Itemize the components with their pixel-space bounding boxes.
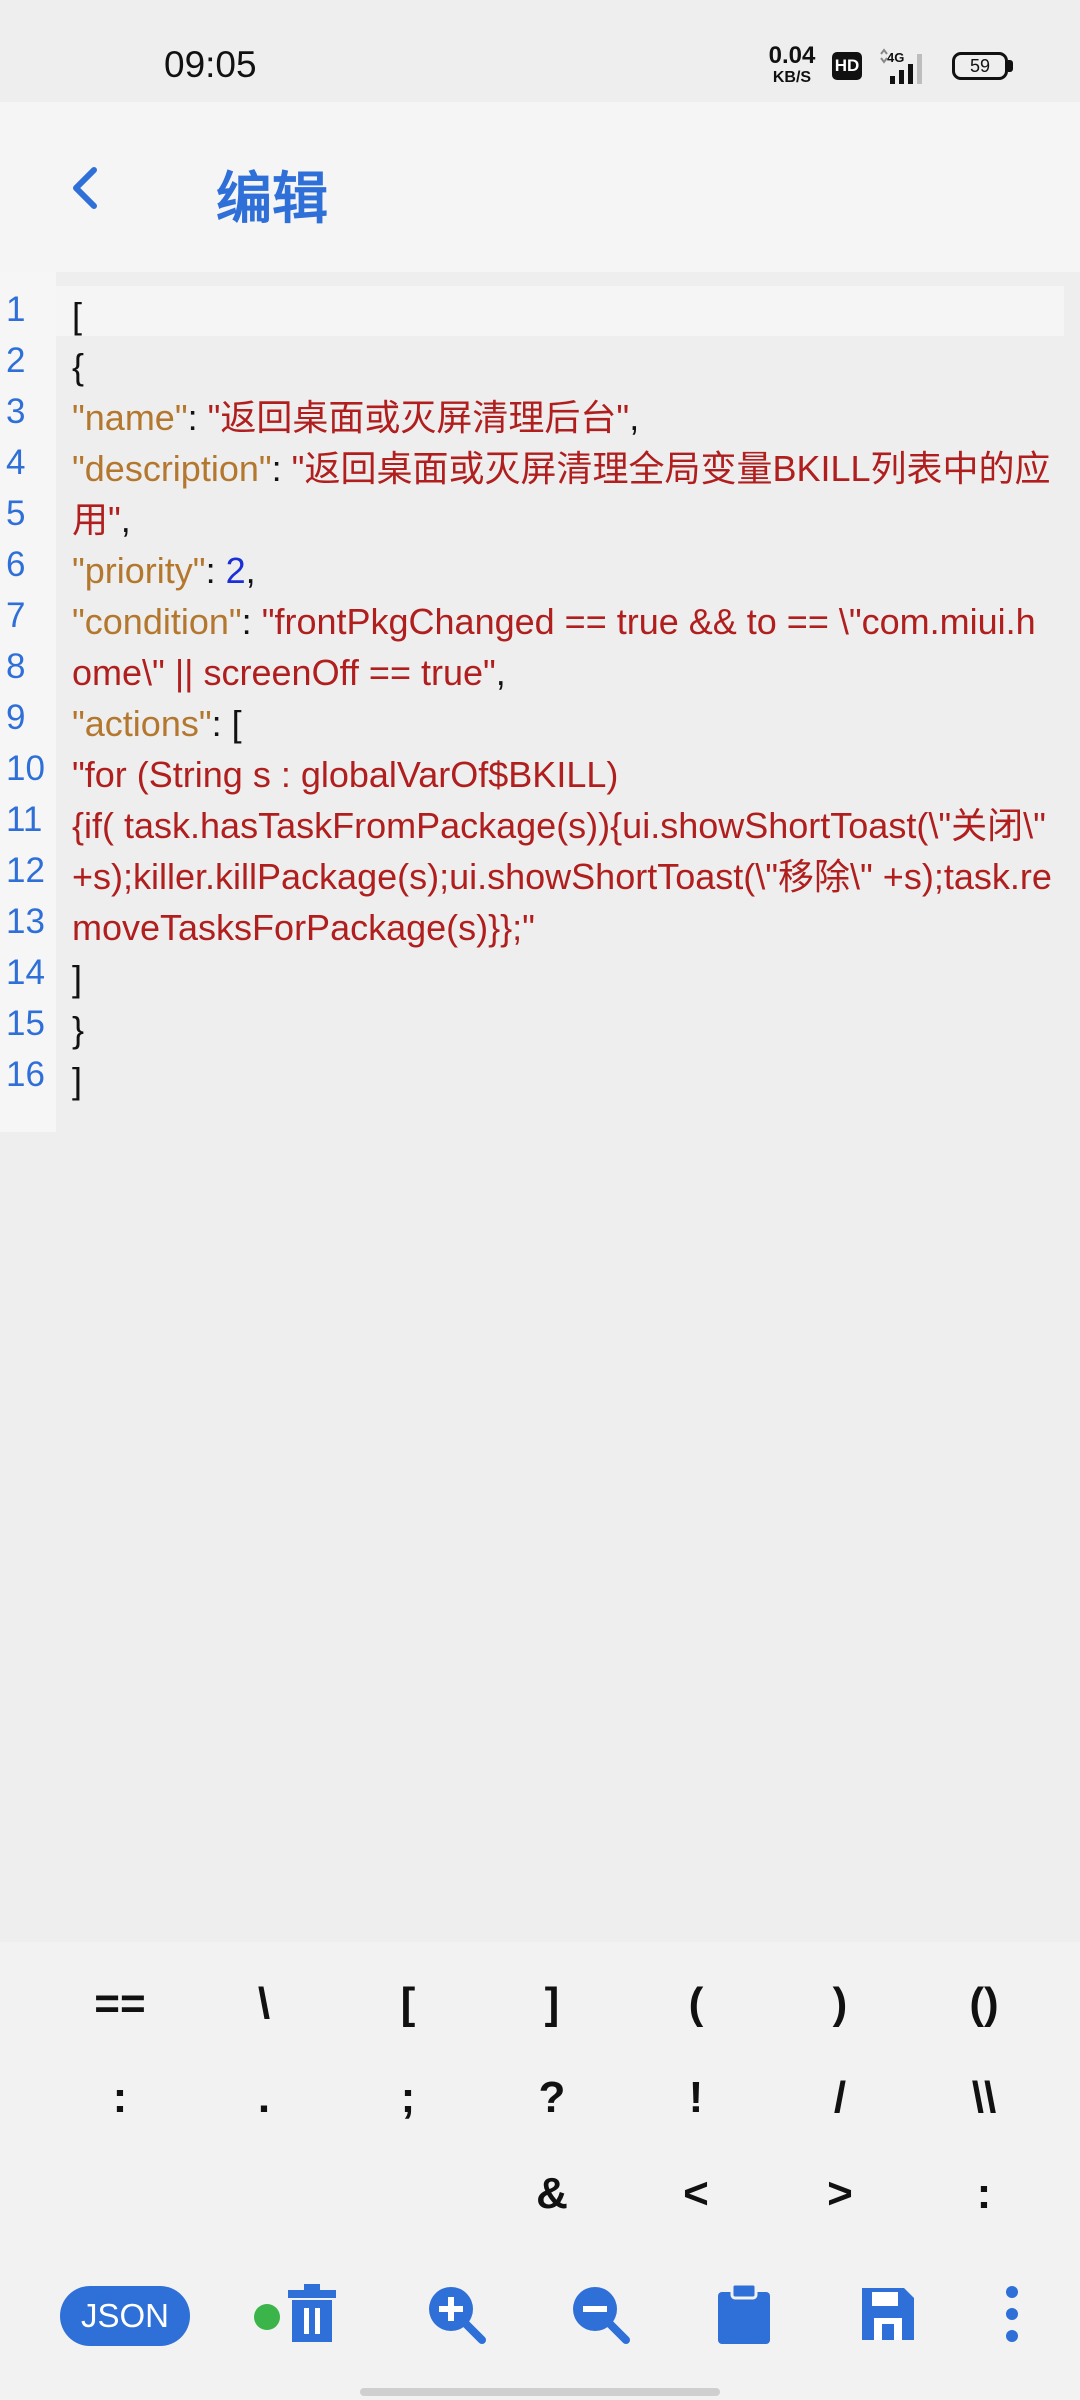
line-number: 4 xyxy=(6,443,26,482)
symbol-key[interactable]: ! xyxy=(624,2058,768,2138)
code-line[interactable]: ] xyxy=(72,1055,1052,1106)
zoom-in-icon[interactable] xyxy=(424,2282,488,2346)
back-arrow-icon[interactable] xyxy=(60,158,110,218)
symbol-key[interactable]: [ xyxy=(336,1964,480,2044)
code-line[interactable]: {if( task.hasTaskFromPackage(s)){ui.show… xyxy=(72,800,1052,953)
code-line[interactable]: { xyxy=(72,341,1052,392)
code-editor[interactable]: 1 2 3 4 5 6 7 8 9 10 11 12 13 14 15 16 [{"name": "返回桌面或… xyxy=(0,272,1080,1132)
symbol-key[interactable]: ) xyxy=(768,1964,912,2044)
hd-badge: HD xyxy=(832,52,862,80)
line-number: 2 xyxy=(6,341,26,380)
code-token: ] xyxy=(72,958,83,999)
battery-indicator: 59 xyxy=(952,52,1008,80)
line-number-gutter: 1 2 3 4 5 6 7 8 9 10 11 12 13 14 15 16 xyxy=(0,272,56,1132)
code-line[interactable]: "description": "返回桌面或灭屏清理全局变量BKILL列表中的应用… xyxy=(72,443,1052,545)
code-line[interactable]: } xyxy=(72,1004,1052,1055)
line-number: 13 xyxy=(6,902,45,941)
line-number: 12 xyxy=(6,851,45,890)
status-bar: 09:05 0.04 KB/S HD 4G 59 xyxy=(0,0,1080,102)
line-number: 16 xyxy=(6,1055,45,1094)
line-number: 7 xyxy=(6,596,26,635)
code-token: "actions" xyxy=(72,703,212,744)
code-token: 2 xyxy=(225,550,246,591)
code-token: } xyxy=(72,1009,85,1050)
symbol-key[interactable]: ? xyxy=(480,2058,624,2138)
save-icon[interactable] xyxy=(856,2282,920,2346)
code-line[interactable]: "for (String s : globalVarOf$BKILL) xyxy=(72,749,1052,800)
page-title: 编辑 xyxy=(216,167,328,232)
code-token: , xyxy=(245,550,256,591)
symbol-key[interactable]: \\ xyxy=(912,2058,1056,2138)
line-number: 1 xyxy=(6,290,26,329)
network-speed-unit: KB/S xyxy=(772,69,812,86)
code-token: , xyxy=(120,499,131,540)
code-token: ] xyxy=(72,1060,83,1101)
code-token: "condition" xyxy=(72,601,242,642)
symbol-bar: == \[]()():.;?! / \\ & < >: xyxy=(0,1942,1080,2242)
code-token: , xyxy=(629,397,640,438)
home-indicator[interactable] xyxy=(360,2388,720,2396)
symbol-key[interactable]: ; xyxy=(336,2058,480,2138)
code-token: , xyxy=(495,652,506,693)
code-token: { xyxy=(72,346,85,387)
symbol-key[interactable]: () xyxy=(912,1964,1056,2044)
network-speed: 0.04 KB/S xyxy=(764,44,820,86)
code-token: "description" xyxy=(72,448,272,489)
status-time: 09:05 xyxy=(164,44,257,85)
symbol-key[interactable]: < xyxy=(624,2154,768,2234)
symbol-key[interactable]: : xyxy=(912,2154,1056,2234)
code-line[interactable]: "condition": "frontPkgChanged == true &&… xyxy=(72,596,1052,698)
bottom-toolbar: JSON xyxy=(0,2242,1080,2400)
signal-icon: 4G xyxy=(880,48,922,84)
code-token: [ xyxy=(72,295,83,336)
symbol-key[interactable]: > xyxy=(768,2154,912,2234)
network-type: 4G xyxy=(887,50,904,65)
code-token: "priority" xyxy=(72,550,206,591)
code-token: "返回桌面或灭屏清理后台" xyxy=(207,397,630,438)
code-token: {if( task.hasTaskFromPackage(s)){ui.show… xyxy=(72,805,1056,948)
code-token: : [ xyxy=(211,703,242,744)
app-bar: 编辑 xyxy=(0,102,1080,272)
code-token: "for (String s : globalVarOf$BKILL) xyxy=(72,754,619,795)
symbol-key[interactable]: == xyxy=(48,1964,192,2044)
symbol-key[interactable]: / xyxy=(768,2058,912,2138)
symbol-key[interactable]: & xyxy=(480,2154,624,2234)
symbol-key[interactable]: . xyxy=(192,2058,336,2138)
code-token: : xyxy=(187,397,208,438)
more-vert-icon[interactable] xyxy=(990,2282,1034,2346)
zoom-out-icon[interactable] xyxy=(568,2282,632,2346)
code-token: : xyxy=(241,601,262,642)
code-token: "name" xyxy=(72,397,188,438)
line-number: 15 xyxy=(6,1004,45,1043)
battery-cap xyxy=(1008,60,1013,72)
code-line[interactable]: "priority": 2, xyxy=(72,545,1052,596)
code-token: : xyxy=(205,550,226,591)
clipboard-icon[interactable] xyxy=(712,2282,776,2346)
symbol-key[interactable]: ] xyxy=(480,1964,624,2044)
symbol-key[interactable]: \ xyxy=(192,1964,336,2044)
symbol-key[interactable]: : xyxy=(48,2058,192,2138)
line-number: 5 xyxy=(6,494,26,533)
network-speed-value: 0.04 xyxy=(768,42,816,69)
line-number: 9 xyxy=(6,698,26,737)
code-text[interactable]: [{"name": "返回桌面或灭屏清理后台", "description": "… xyxy=(72,290,1052,1106)
line-number: 3 xyxy=(6,392,26,431)
line-number: 6 xyxy=(6,545,26,584)
code-line[interactable]: ] xyxy=(72,953,1052,1004)
delete-icon[interactable] xyxy=(280,2282,344,2346)
line-number: 11 xyxy=(6,800,43,839)
line-number: 14 xyxy=(6,953,45,992)
code-line[interactable]: "actions": [ xyxy=(72,698,1052,749)
line-number: 8 xyxy=(6,647,26,686)
code-token: : xyxy=(271,448,292,489)
status-dot xyxy=(254,2304,280,2330)
json-format-button[interactable]: JSON xyxy=(60,2286,190,2346)
symbol-key[interactable]: ( xyxy=(624,1964,768,2044)
code-line[interactable]: [ xyxy=(72,290,1052,341)
line-number: 10 xyxy=(6,749,45,788)
code-line[interactable]: "name": "返回桌面或灭屏清理后台", xyxy=(72,392,1052,443)
